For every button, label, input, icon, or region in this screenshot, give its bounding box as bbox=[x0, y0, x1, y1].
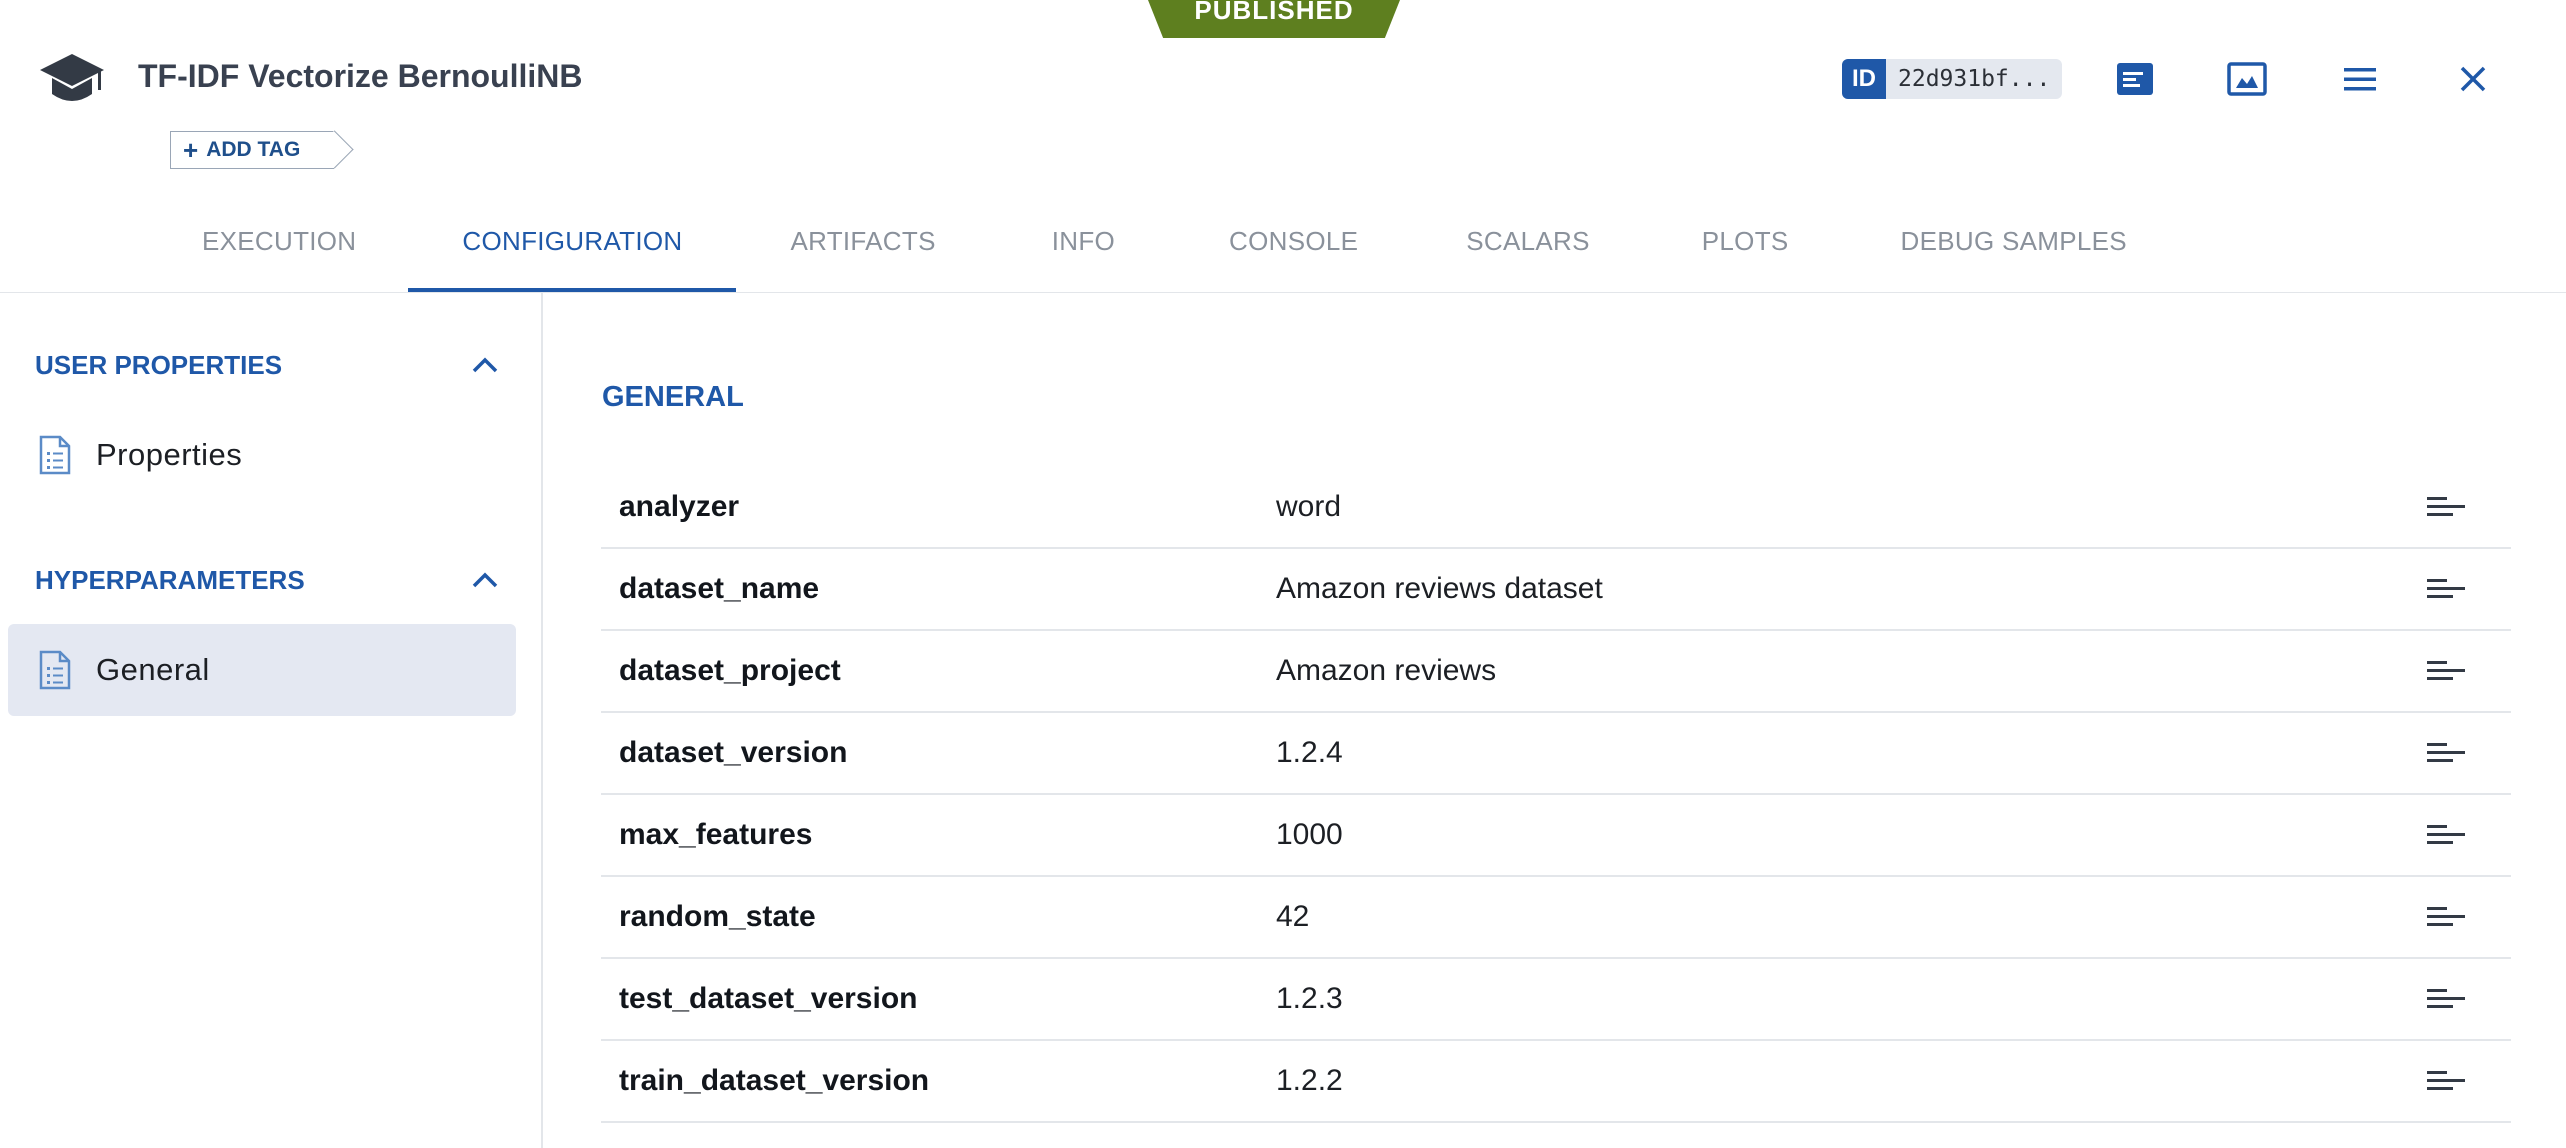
tab-scalars[interactable]: SCALARS bbox=[1410, 190, 1645, 292]
console-panel-button[interactable] bbox=[2112, 56, 2158, 102]
tab-artifacts[interactable]: ARTIFACTS bbox=[736, 190, 989, 292]
description-icon bbox=[2427, 1071, 2465, 1090]
hyperparameter-table: analyzer word dataset_name Amazon reviews d… bbox=[601, 467, 2511, 1123]
table-row: analyzer word bbox=[601, 467, 2511, 549]
close-button[interactable] bbox=[2450, 56, 2496, 102]
table-row: max_features 1000 bbox=[601, 795, 2511, 877]
image-view-button[interactable] bbox=[2224, 56, 2270, 102]
console-panel-icon bbox=[2117, 63, 2153, 95]
param-name: test_dataset_version bbox=[619, 982, 918, 1015]
param-name: dataset_project bbox=[619, 654, 841, 687]
table-row: random_state 42 bbox=[601, 877, 2511, 959]
param-value: 42 bbox=[1276, 900, 1310, 933]
close-icon bbox=[2460, 66, 2486, 92]
id-label: ID bbox=[1842, 59, 1886, 99]
param-description-button[interactable] bbox=[2424, 979, 2468, 1019]
param-name: random_state bbox=[619, 900, 816, 933]
description-icon bbox=[2427, 825, 2465, 844]
task-id-chip[interactable]: ID 22d931bf... bbox=[1842, 59, 2063, 99]
description-icon bbox=[2427, 661, 2465, 680]
sidebar-item-label: General bbox=[96, 652, 210, 687]
param-name: analyzer bbox=[619, 490, 740, 523]
section-user-properties-title: USER PROPERTIES bbox=[35, 349, 283, 380]
param-name: max_features bbox=[619, 818, 813, 851]
param-value: 1000 bbox=[1276, 818, 1343, 851]
param-value: Amazon reviews dataset bbox=[1276, 572, 1603, 605]
menu-button[interactable] bbox=[2337, 56, 2383, 102]
param-description-button[interactable] bbox=[2424, 897, 2468, 937]
param-value: 1.2.4 bbox=[1276, 736, 1343, 769]
menu-icon bbox=[2344, 68, 2376, 91]
table-row: dataset_version 1.2.4 bbox=[601, 713, 2511, 795]
section-user-properties[interactable]: USER PROPERTIES bbox=[35, 345, 500, 385]
param-description-button[interactable] bbox=[2424, 487, 2468, 527]
param-description-button[interactable] bbox=[2424, 1061, 2468, 1101]
id-value: 22d931bf... bbox=[1898, 66, 2051, 92]
configuration-sidebar: USER PROPERTIES Properties HYPERPARAMETE… bbox=[0, 293, 543, 1148]
tab-plots[interactable]: PLOTS bbox=[1646, 190, 1845, 292]
param-description-button[interactable] bbox=[2424, 733, 2468, 773]
param-name: train_dataset_version bbox=[619, 1064, 930, 1097]
table-row: test_dataset_version 1.2.3 bbox=[601, 959, 2511, 1041]
document-list-icon bbox=[39, 435, 71, 475]
image-icon bbox=[2227, 62, 2267, 96]
param-value: 1.2.2 bbox=[1276, 1064, 1343, 1097]
section-hyperparameters-title: HYPERPARAMETERS bbox=[35, 564, 305, 595]
tab-bar: EXECUTION CONFIGURATION ARTIFACTS INFO C… bbox=[160, 190, 2169, 292]
section-title: GENERAL bbox=[602, 381, 744, 413]
param-name: dataset_version bbox=[619, 736, 848, 769]
description-icon bbox=[2427, 907, 2465, 926]
param-description-button[interactable] bbox=[2424, 569, 2468, 609]
description-icon bbox=[2427, 497, 2465, 516]
table-row: dataset_project Amazon reviews bbox=[601, 631, 2511, 713]
param-name: dataset_name bbox=[619, 572, 820, 605]
table-row: train_dataset_version 1.2.2 bbox=[601, 1041, 2511, 1123]
document-list-icon bbox=[39, 650, 71, 690]
chevron-up-icon bbox=[472, 572, 498, 588]
sidebar-item-label: Properties bbox=[96, 437, 243, 472]
param-value: Amazon reviews bbox=[1276, 654, 1497, 687]
description-icon bbox=[2427, 579, 2465, 598]
add-tag-label: ADD TAG bbox=[206, 138, 301, 161]
add-tag-button[interactable]: + ADD TAG bbox=[170, 131, 335, 169]
sidebar-item-properties[interactable]: Properties bbox=[8, 409, 516, 501]
chevron-up-icon bbox=[472, 357, 498, 373]
description-icon bbox=[2427, 743, 2465, 762]
plus-icon: + bbox=[183, 135, 199, 165]
published-status-badge: PUBLISHED bbox=[1148, 0, 1400, 38]
section-hyperparameters[interactable]: HYPERPARAMETERS bbox=[35, 560, 500, 600]
task-title: TF-IDF Vectorize BernoulliNB bbox=[138, 58, 583, 94]
tab-execution[interactable]: EXECUTION bbox=[160, 190, 408, 292]
param-value: word bbox=[1276, 490, 1342, 523]
graduation-cap-icon bbox=[40, 54, 104, 101]
param-value: 1.2.3 bbox=[1276, 982, 1343, 1015]
description-icon bbox=[2427, 989, 2465, 1008]
tab-console[interactable]: CONSOLE bbox=[1177, 190, 1410, 292]
tab-info[interactable]: INFO bbox=[990, 190, 1177, 292]
param-description-button[interactable] bbox=[2424, 651, 2468, 691]
sidebar-item-general[interactable]: General bbox=[8, 624, 516, 716]
param-description-button[interactable] bbox=[2424, 815, 2468, 855]
tab-debug-samples[interactable]: DEBUG SAMPLES bbox=[1845, 190, 2169, 292]
table-row: dataset_name Amazon reviews dataset bbox=[601, 549, 2511, 631]
tab-configuration[interactable]: CONFIGURATION bbox=[408, 190, 737, 292]
